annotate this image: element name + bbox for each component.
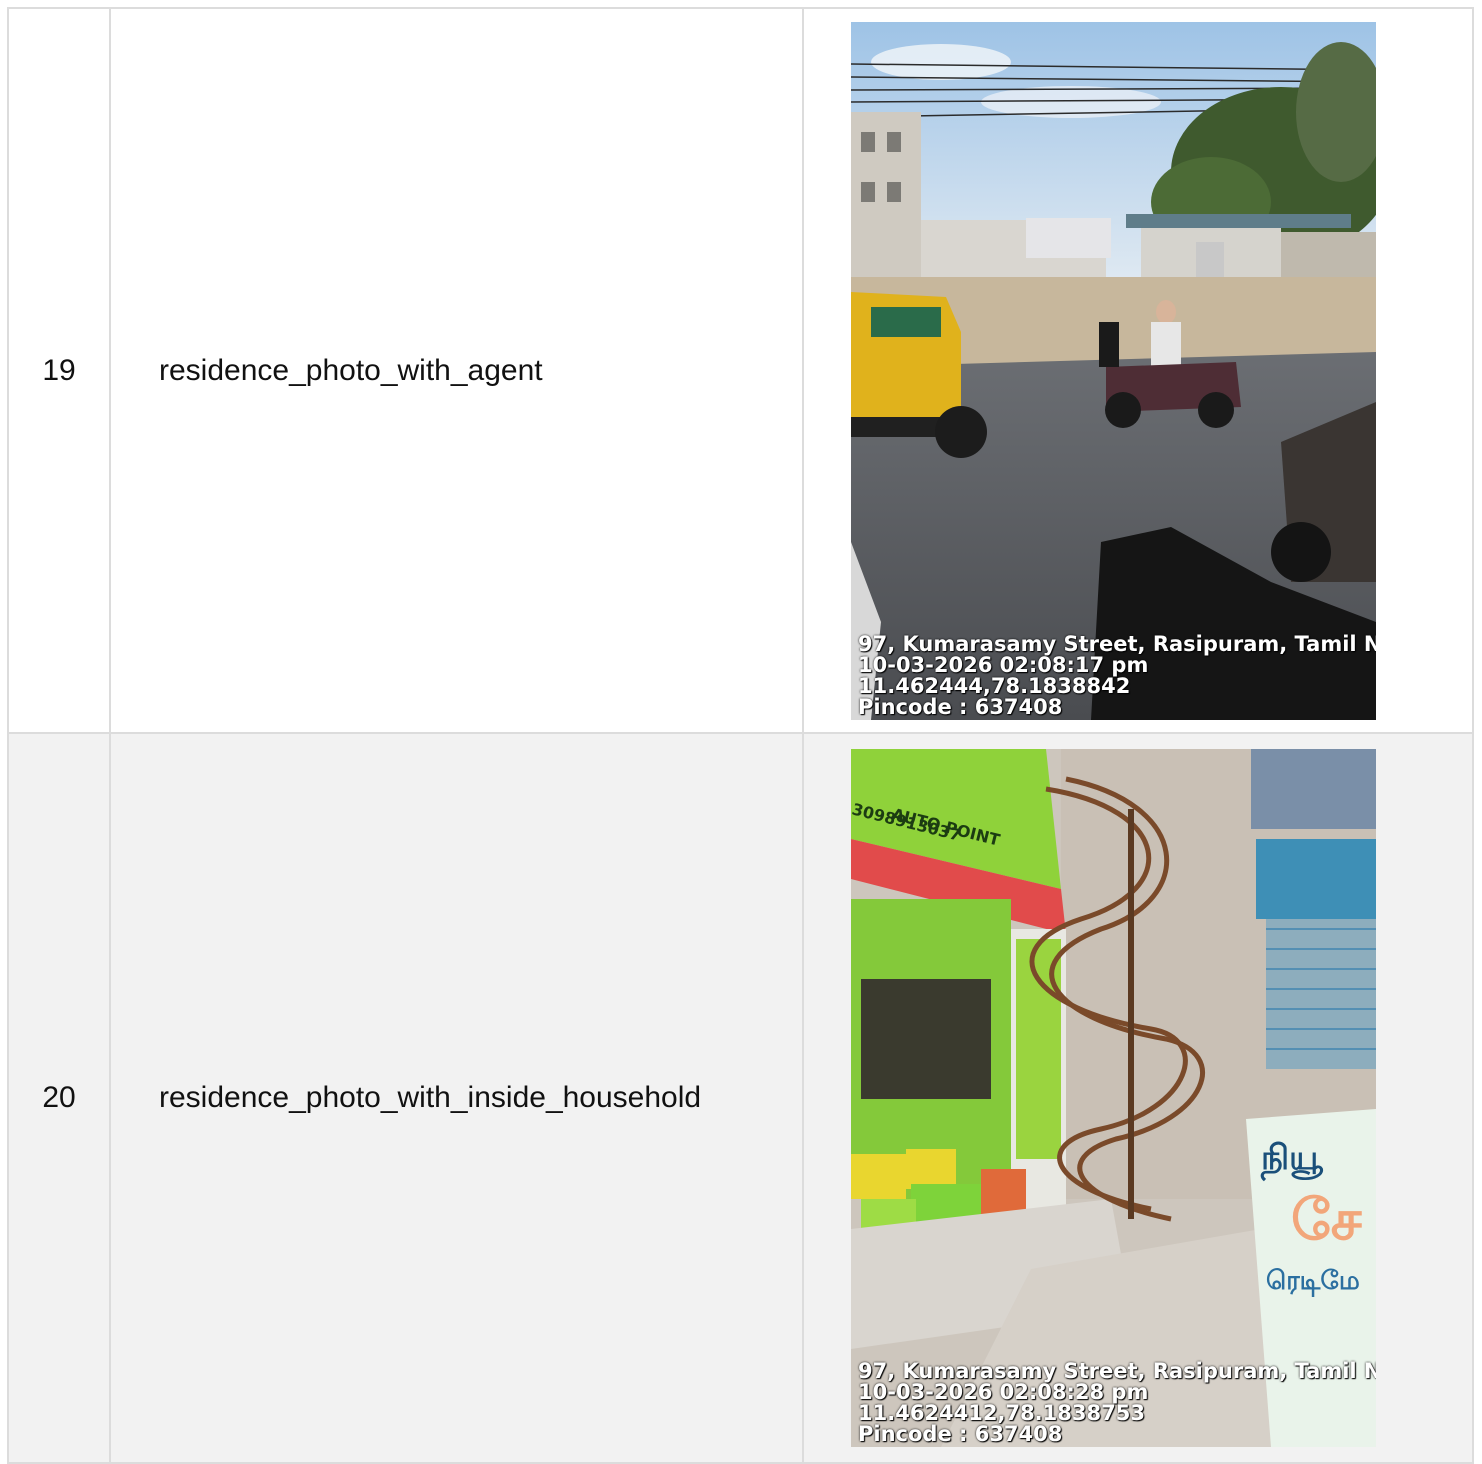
table-row: 20 residence_photo_with_inside_household [7, 732, 1474, 1464]
stamp-datetime: 10-03-2026 02:08:28 pm [858, 1380, 1149, 1404]
stamp-address: 97, Kumarasamy Street, Rasipuram, Tamil … [858, 1359, 1376, 1383]
stamp-coords: 11.462444,78.1838842 [858, 673, 1131, 698]
residence-photo-agent: 97, Kumarasamy Street, Rasipuram, Tamil … [851, 21, 1376, 720]
photo-cell: நியூ சே ரெடிமே AUTO POINT 3098913037 97,… [802, 732, 1474, 1464]
photo-stamp: 97, Kumarasamy Street, Rasipuram, Tamil … [858, 631, 1376, 719]
stamp-pincode: Pincode : 637408 [858, 694, 1063, 719]
svg-text:ரெடிமே: ரெடிமே [1266, 1266, 1360, 1298]
stamp-pincode: Pincode : 637408 [858, 1422, 1063, 1446]
table-row: 19 residence_photo_with_agent 97, Kumara… [7, 7, 1474, 734]
row-number: 19 [7, 7, 111, 734]
shop-front-image: நியூ சே ரெடிமே AUTO POINT 3098913037 [851, 749, 1376, 1447]
photo-table: 19 residence_photo_with_agent 97, Kumara… [7, 7, 1474, 1464]
photo-cell: 97, Kumarasamy Street, Rasipuram, Tamil … [802, 7, 1474, 734]
row-label: residence_photo_with_inside_household [109, 732, 804, 1464]
photo-stamp: 97, Kumarasamy Street, Rasipuram, Tamil … [858, 1361, 1376, 1445]
stamp-address: 97, Kumarasamy Street, Rasipuram, Tamil … [858, 631, 1376, 656]
stamp-datetime: 10-03-2026 02:08:17 pm [858, 652, 1149, 677]
row-number: 20 [7, 732, 111, 1464]
row-label: residence_photo_with_agent [109, 7, 804, 734]
svg-text:நியூ: நியூ [1260, 1138, 1324, 1182]
residence-photo-household: நியூ சே ரெடிமே AUTO POINT 3098913037 97,… [851, 749, 1376, 1447]
stamp-coords: 11.4624412,78.1838753 [858, 1401, 1145, 1425]
street-scene-image [851, 21, 1376, 720]
svg-text:சே: சே [1291, 1188, 1363, 1253]
